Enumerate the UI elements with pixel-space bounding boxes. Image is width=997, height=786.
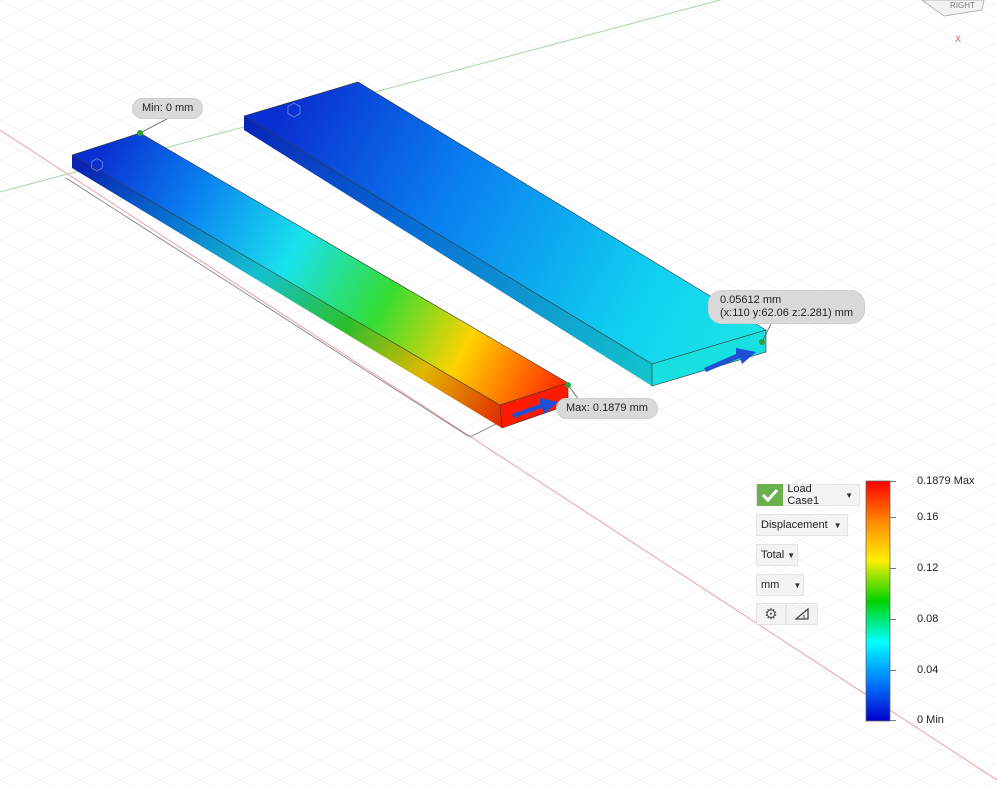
chevron-down-icon: ▼ — [845, 490, 853, 500]
probe-callout[interactable]: 0.05612 mm (x:110 y:62.06 z:2.281) mm — [708, 290, 866, 324]
load-case-label: Load Case1 — [787, 483, 820, 507]
max-marker — [565, 382, 571, 388]
legend-max-label: 0.1879 Max — [917, 475, 975, 487]
legend-tick-label: 0.04 — [917, 664, 939, 676]
chevron-down-icon: ▼ — [793, 580, 802, 590]
legend-tick — [890, 619, 896, 620]
load-case-selector[interactable]: Load Case1 ▼ — [756, 483, 860, 507]
checkmark-icon — [757, 484, 784, 506]
legend-tick — [890, 670, 896, 671]
component-dropdown[interactable]: Total ▼ — [756, 544, 798, 566]
legend-tick-label: 0.12 — [917, 562, 939, 574]
watermark-icon-left: ⬡ — [90, 155, 104, 174]
min-marker — [137, 130, 143, 136]
min-callout[interactable]: Min: 0 mm — [132, 98, 204, 119]
probe-marker — [759, 339, 765, 345]
legend-tick — [890, 720, 896, 721]
component-label: Total — [761, 549, 785, 561]
view-cube-axis-label: X — [955, 34, 961, 44]
probe-coordinates: (x:110 y:62.06 z:2.281) mm — [720, 307, 854, 319]
legend-tick — [890, 568, 896, 569]
chevron-down-icon: ▼ — [833, 520, 842, 530]
chevron-down-icon: ▼ — [787, 550, 796, 560]
legend-tick-label: 0.16 — [917, 511, 939, 523]
result-type-label: Displacement — [761, 519, 828, 531]
deformation-scale-icon — [795, 608, 809, 620]
result-type-dropdown[interactable]: Displacement ▼ — [756, 514, 848, 536]
settings-button[interactable]: ⚙ — [756, 603, 786, 625]
max-callout[interactable]: Max: 0.1879 mm — [556, 398, 658, 419]
gear-icon: ⚙ — [764, 605, 778, 623]
legend-colorbar — [865, 480, 891, 722]
unit-dropdown[interactable]: mm ▼ — [756, 574, 804, 596]
max-callout-text: Max: 0.1879 mm — [566, 402, 648, 414]
deformation-scale-button[interactable] — [786, 603, 818, 625]
legend-tick — [890, 517, 896, 518]
legend-tick — [890, 481, 896, 482]
legend-tick-label: 0.08 — [917, 613, 939, 625]
legend-min-label: 0 Min — [917, 714, 944, 726]
watermark-icon-right: ⬡ — [286, 100, 302, 121]
view-cube-face-label: RIGHT — [950, 1, 975, 10]
probe-value: 0.05612 mm — [720, 294, 782, 306]
min-callout-text: Min: 0 mm — [142, 102, 194, 114]
unit-label: mm — [761, 579, 780, 591]
